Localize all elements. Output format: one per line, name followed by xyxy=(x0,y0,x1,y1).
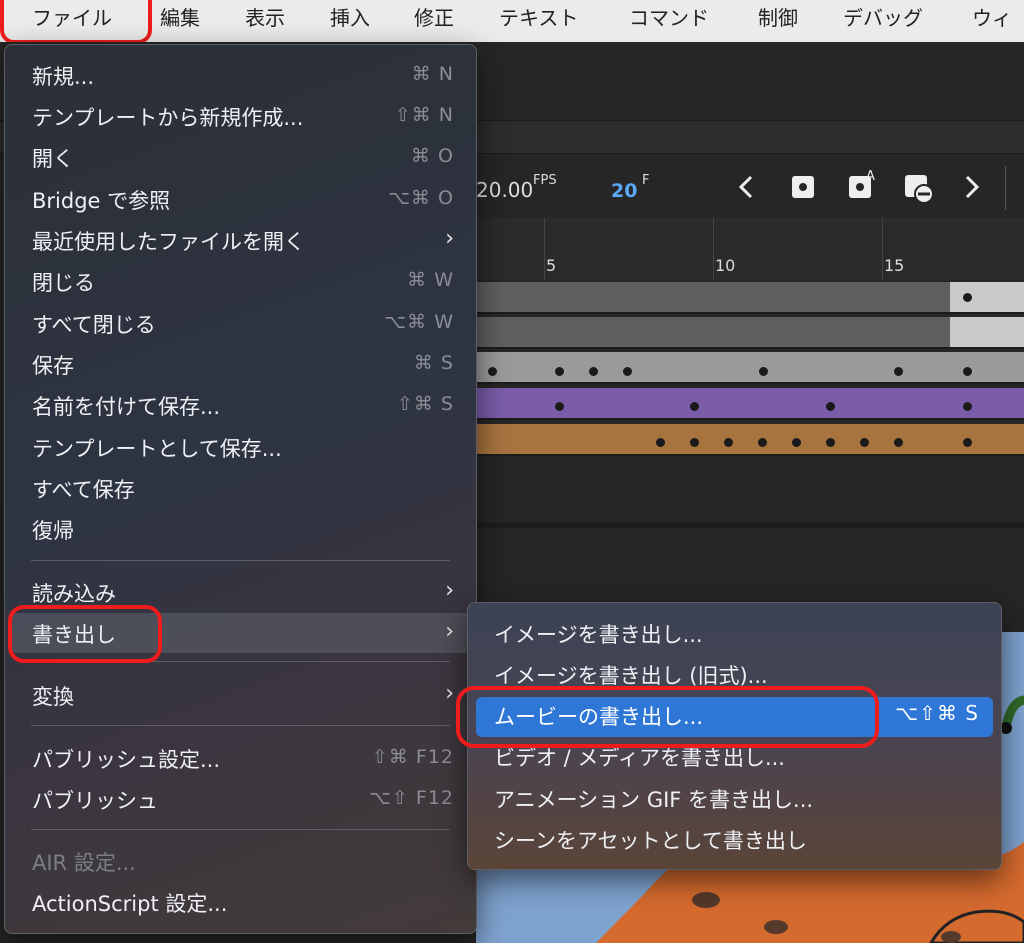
timeline-track-5[interactable] xyxy=(476,424,1024,456)
menu-view[interactable]: 表示 xyxy=(245,0,285,38)
submenu-item-export-animated-gif[interactable]: アニメーション GIF を書き出し... xyxy=(468,780,1001,820)
insert-blank-keyframe-icon[interactable]: A xyxy=(847,168,881,202)
export-item-highlight xyxy=(8,605,162,663)
menu-commands[interactable]: コマンド xyxy=(629,0,709,38)
menu-edit[interactable]: 編集 xyxy=(160,0,200,38)
timeline-ruler[interactable] xyxy=(476,218,1024,280)
menu-item-revert[interactable]: 復帰 xyxy=(5,509,476,549)
menu-item-actionscript-settings[interactable]: ActionScript 設定... xyxy=(5,882,476,922)
menu-item-publish[interactable]: パブリッシュ ⌥⇧ F12 xyxy=(5,779,476,819)
menu-item-new[interactable]: 新規... ⌘ N xyxy=(5,55,476,95)
timeline-divider xyxy=(476,522,1024,528)
timeline-track-1[interactable] xyxy=(476,282,1024,314)
menu-item-save-as-template[interactable]: テンプレートとして保存... xyxy=(5,427,476,467)
menu-control[interactable]: 制御 xyxy=(758,0,798,38)
menu-item-new-from-template[interactable]: テンプレートから新規作成... ⇧⌘ N xyxy=(5,96,476,136)
file-menu: 新規... ⌘ N テンプレートから新規作成... ⇧⌘ N 開く ⌘ O Bridg… xyxy=(4,44,477,934)
export-movie-highlight xyxy=(456,686,879,748)
menu-text[interactable]: テキスト xyxy=(499,0,578,38)
menu-item-convert[interactable]: 変換 › xyxy=(5,675,476,715)
toolbar-divider xyxy=(1005,166,1006,210)
submenu-item-export-scene-as-asset[interactable]: シーンをアセットとして書き出し xyxy=(468,821,1001,861)
chevron-right-icon: › xyxy=(445,681,454,706)
timeline-track-3[interactable] xyxy=(476,352,1024,384)
menu-item-save[interactable]: 保存 ⌘ S xyxy=(5,344,476,384)
menu-item-close-all[interactable]: すべて閉じる ⌥⌘ W xyxy=(5,303,476,343)
menu-modify[interactable]: 修正 xyxy=(414,0,454,38)
next-keyframe-icon[interactable] xyxy=(962,174,982,200)
prev-keyframe-icon[interactable] xyxy=(736,174,756,200)
menu-item-air-settings: AIR 設定... xyxy=(32,851,136,875)
menu-window[interactable]: ウィ xyxy=(972,0,1012,38)
svg-text:A: A xyxy=(866,169,875,184)
menu-divider xyxy=(31,725,450,726)
current-frame[interactable]: 20 xyxy=(611,180,637,202)
menu-divider xyxy=(31,560,450,561)
menu-item-open-recent[interactable]: 最近使用したファイルを開く › xyxy=(5,220,476,260)
file-menu-highlight xyxy=(0,0,152,44)
menu-bar: ファイル 編集 表示 挿入 修正 テキスト コマンド 制御 デバッグ ウィ xyxy=(0,0,1024,44)
chevron-right-icon: › xyxy=(445,226,454,251)
submenu-item-export-image[interactable]: イメージを書き出し... xyxy=(468,615,1001,655)
menu-debug[interactable]: デバッグ xyxy=(843,0,923,38)
menu-item-save-as[interactable]: 名前を付けて保存... ⇧⌘ S xyxy=(5,385,476,425)
frame-unit: F xyxy=(642,173,650,188)
menu-insert[interactable]: 挿入 xyxy=(330,0,370,38)
chevron-right-icon: › xyxy=(445,619,454,644)
ruler-tick-10: 10 xyxy=(715,256,736,275)
fps-unit: FPS xyxy=(533,173,557,188)
timeline-track-2[interactable] xyxy=(476,317,1024,349)
menu-item-save-all[interactable]: すべて保存 xyxy=(5,468,476,508)
insert-keyframe-icon[interactable] xyxy=(791,175,815,199)
ruler-tick-5: 5 xyxy=(546,256,557,275)
clear-keyframe-icon[interactable] xyxy=(903,172,937,206)
menu-item-publish-settings[interactable]: パブリッシュ設定... ⇧⌘ F12 xyxy=(5,738,476,778)
menu-divider xyxy=(31,829,450,830)
menu-item-browse-bridge[interactable]: Bridge で参照 ⌥⌘ O xyxy=(5,179,476,219)
timeline-track-4[interactable] xyxy=(476,388,1024,420)
fps-value[interactable]: 20.00 xyxy=(476,178,533,202)
chevron-right-icon: › xyxy=(445,578,454,603)
menu-item-close[interactable]: 閉じる ⌘ W xyxy=(5,261,476,301)
ruler-tick-15: 15 xyxy=(884,256,905,275)
menu-item-open[interactable]: 開く ⌘ O xyxy=(5,137,476,177)
